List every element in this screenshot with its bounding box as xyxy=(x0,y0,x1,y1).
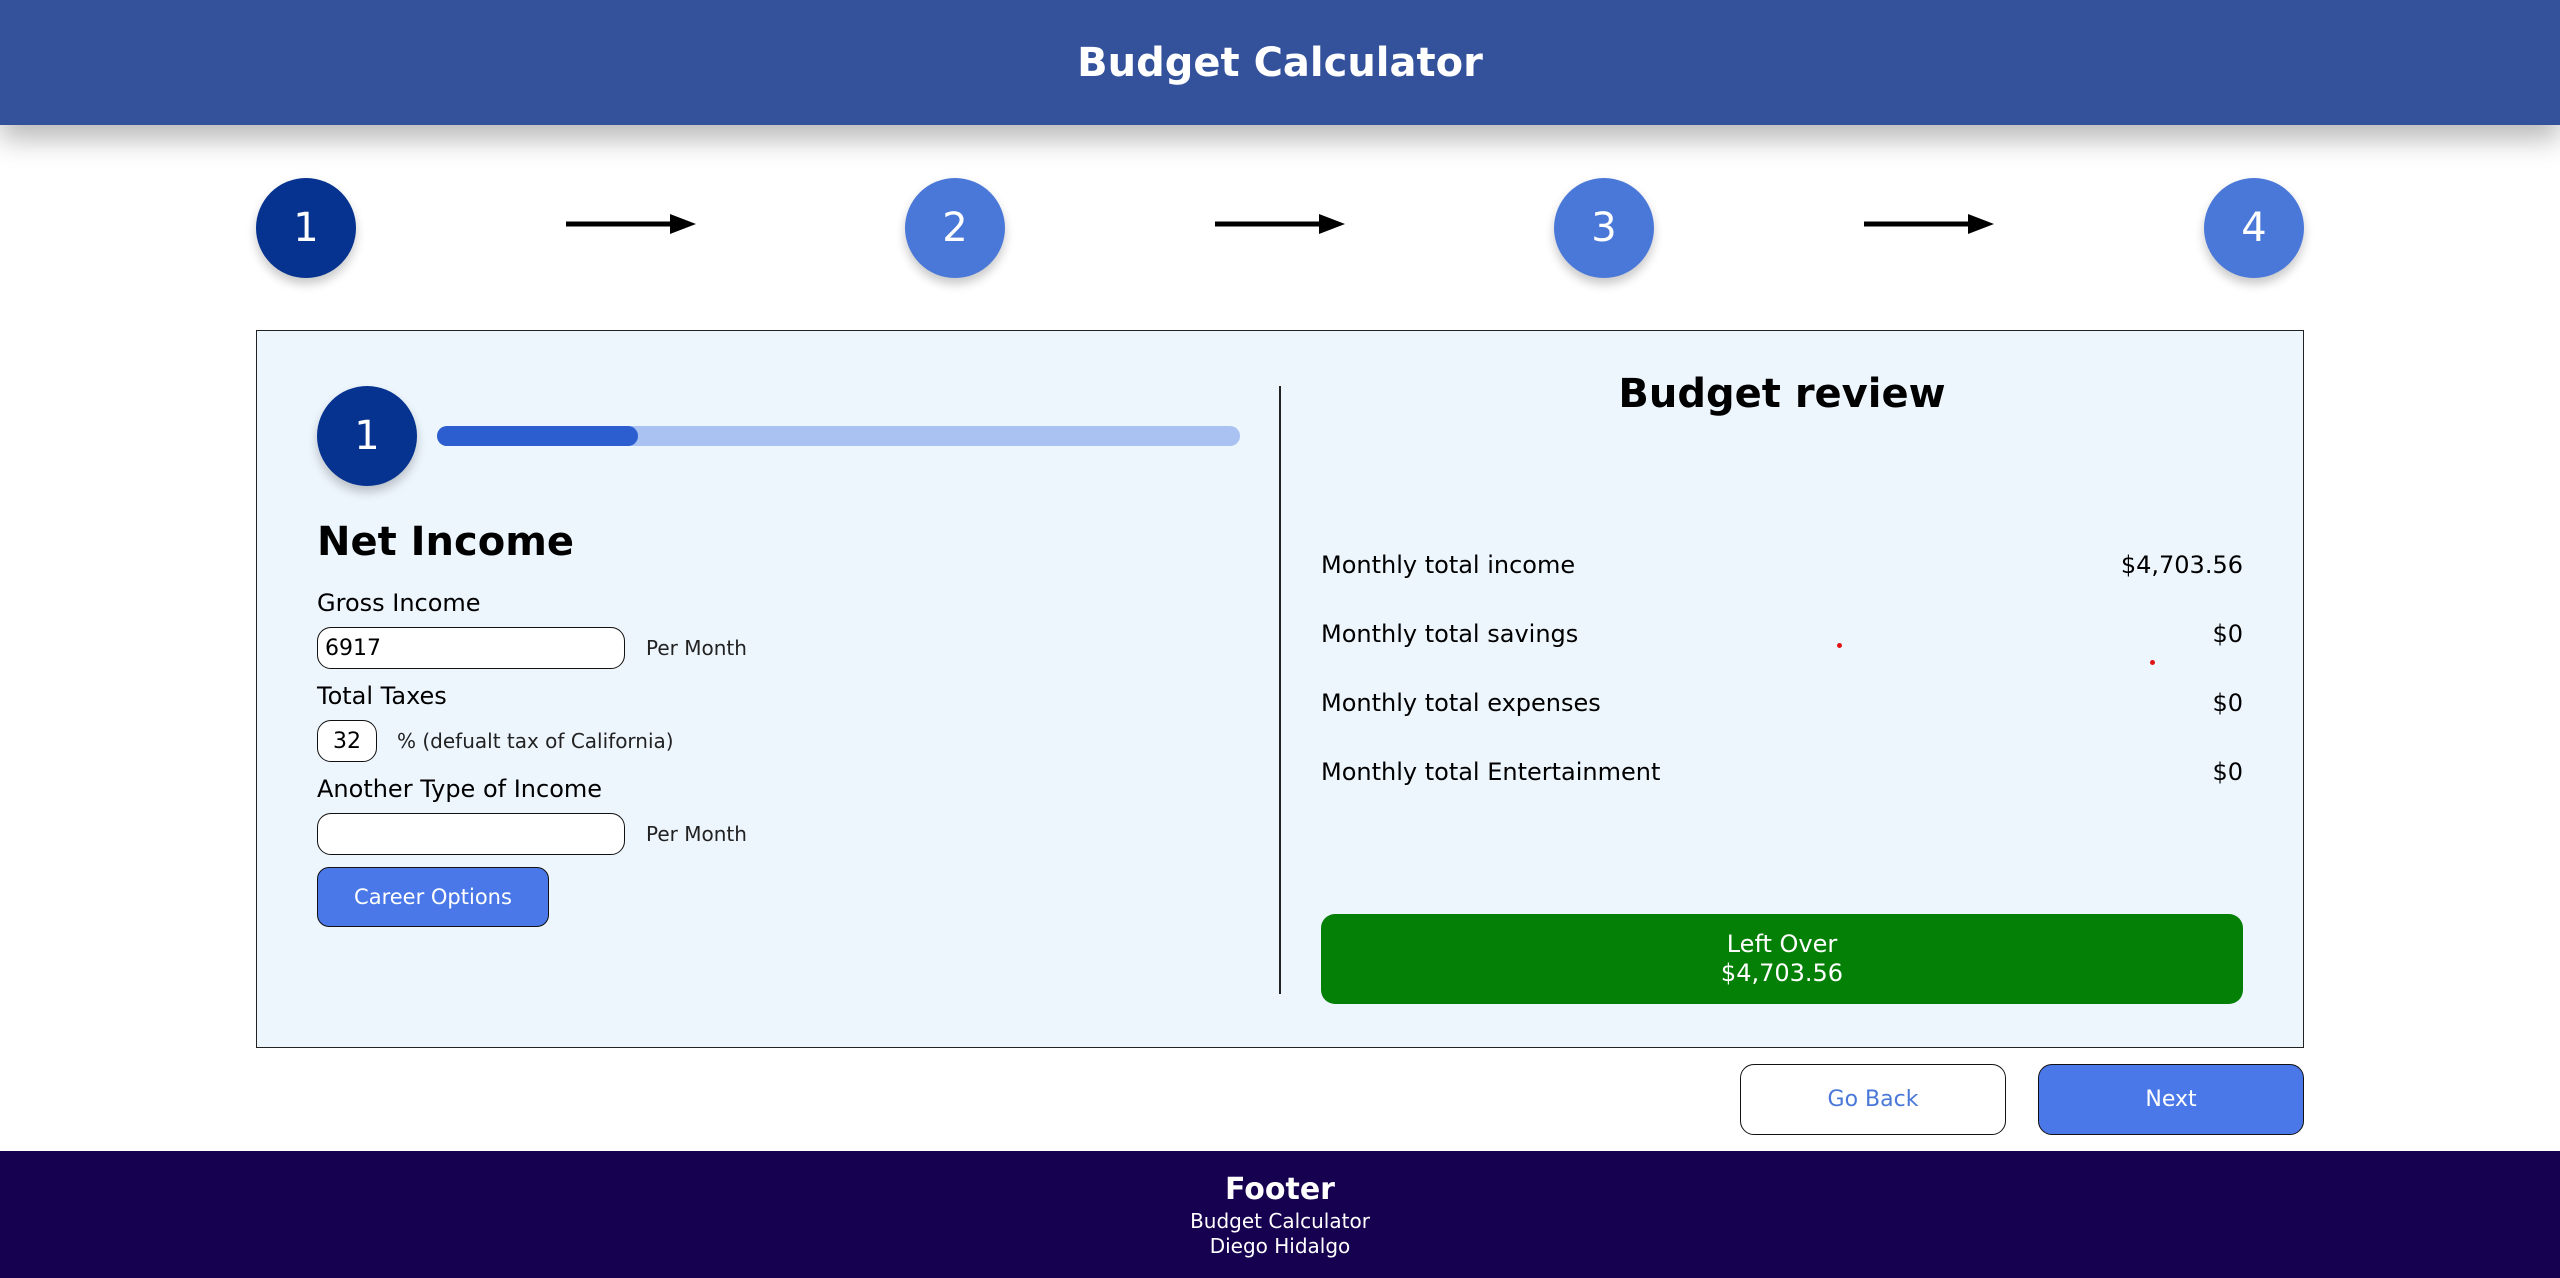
summary-row-savings: Monthly total savings $0 xyxy=(1321,614,2243,654)
summary-label: Monthly total savings xyxy=(1321,620,1579,648)
red-dot-marker xyxy=(1837,643,1842,648)
page-footer: Footer Budget Calculator Diego Hidalgo xyxy=(0,1151,2560,1278)
budget-card: 1 Net Income Gross Income Per Month Tota… xyxy=(256,330,2304,1048)
summary-value: $0 xyxy=(2212,689,2243,717)
gross-income-label: Gross Income xyxy=(317,589,481,617)
red-dot-marker xyxy=(2150,660,2155,665)
summary-row-income: Monthly total income $4,703.56 xyxy=(1321,545,2243,585)
step-1-circle[interactable]: 1 xyxy=(256,178,356,278)
summary-value: $4,703.56 xyxy=(2120,551,2243,579)
other-income-suffix: Per Month xyxy=(646,822,747,846)
arrow-right-icon xyxy=(566,214,696,234)
step-indicator: 1 2 3 4 xyxy=(256,178,2304,278)
leftover-summary: Left Over $4,703.56 xyxy=(1321,914,2243,1004)
step-3-circle[interactable]: 3 xyxy=(1554,178,1654,278)
total-taxes-suffix: % (defualt tax of California) xyxy=(397,729,674,753)
section-title: Net Income xyxy=(317,519,575,565)
summary-label: Monthly total Entertainment xyxy=(1321,758,1661,786)
panel-divider xyxy=(1279,386,1281,994)
arrow-right-icon xyxy=(1864,214,1994,234)
step-2-circle[interactable]: 2 xyxy=(905,178,1005,278)
footer-title: Footer xyxy=(1225,1171,1335,1207)
next-button[interactable]: Next xyxy=(2038,1064,2304,1135)
page-title: Budget Calculator xyxy=(1077,39,1483,86)
footer-author: Diego Hidalgo xyxy=(1209,1233,1351,1258)
summary-row-entertainment: Monthly total Entertainment $0 xyxy=(1321,752,2243,792)
gross-income-input[interactable] xyxy=(317,627,625,669)
summary-label: Monthly total expenses xyxy=(1321,689,1601,717)
summary-row-expenses: Monthly total expenses $0 xyxy=(1321,683,2243,723)
summary-value: $0 xyxy=(2212,758,2243,786)
arrow-right-icon xyxy=(1215,214,1345,234)
progress-bar-fill xyxy=(437,426,638,446)
footer-app-name: Budget Calculator xyxy=(1190,1208,1370,1233)
summary-label: Monthly total income xyxy=(1321,551,1576,579)
gross-income-suffix: Per Month xyxy=(646,636,747,660)
other-income-label: Another Type of Income xyxy=(317,775,603,803)
app-header: Budget Calculator xyxy=(0,0,2560,125)
go-back-button[interactable]: Go Back xyxy=(1740,1064,2006,1135)
career-options-button[interactable]: Career Options xyxy=(317,867,549,927)
total-taxes-label: Total Taxes xyxy=(317,682,447,710)
budget-review-title: Budget review xyxy=(1618,371,1946,417)
step-4-circle[interactable]: 4 xyxy=(2204,178,2304,278)
other-income-input[interactable] xyxy=(317,813,625,855)
leftover-label: Left Over xyxy=(1726,930,1838,958)
current-step-badge: 1 xyxy=(317,386,417,486)
leftover-value: $4,703.56 xyxy=(1720,959,1844,987)
total-taxes-input[interactable] xyxy=(317,720,377,762)
summary-value: $0 xyxy=(2212,620,2243,648)
progress-bar xyxy=(437,426,1240,446)
